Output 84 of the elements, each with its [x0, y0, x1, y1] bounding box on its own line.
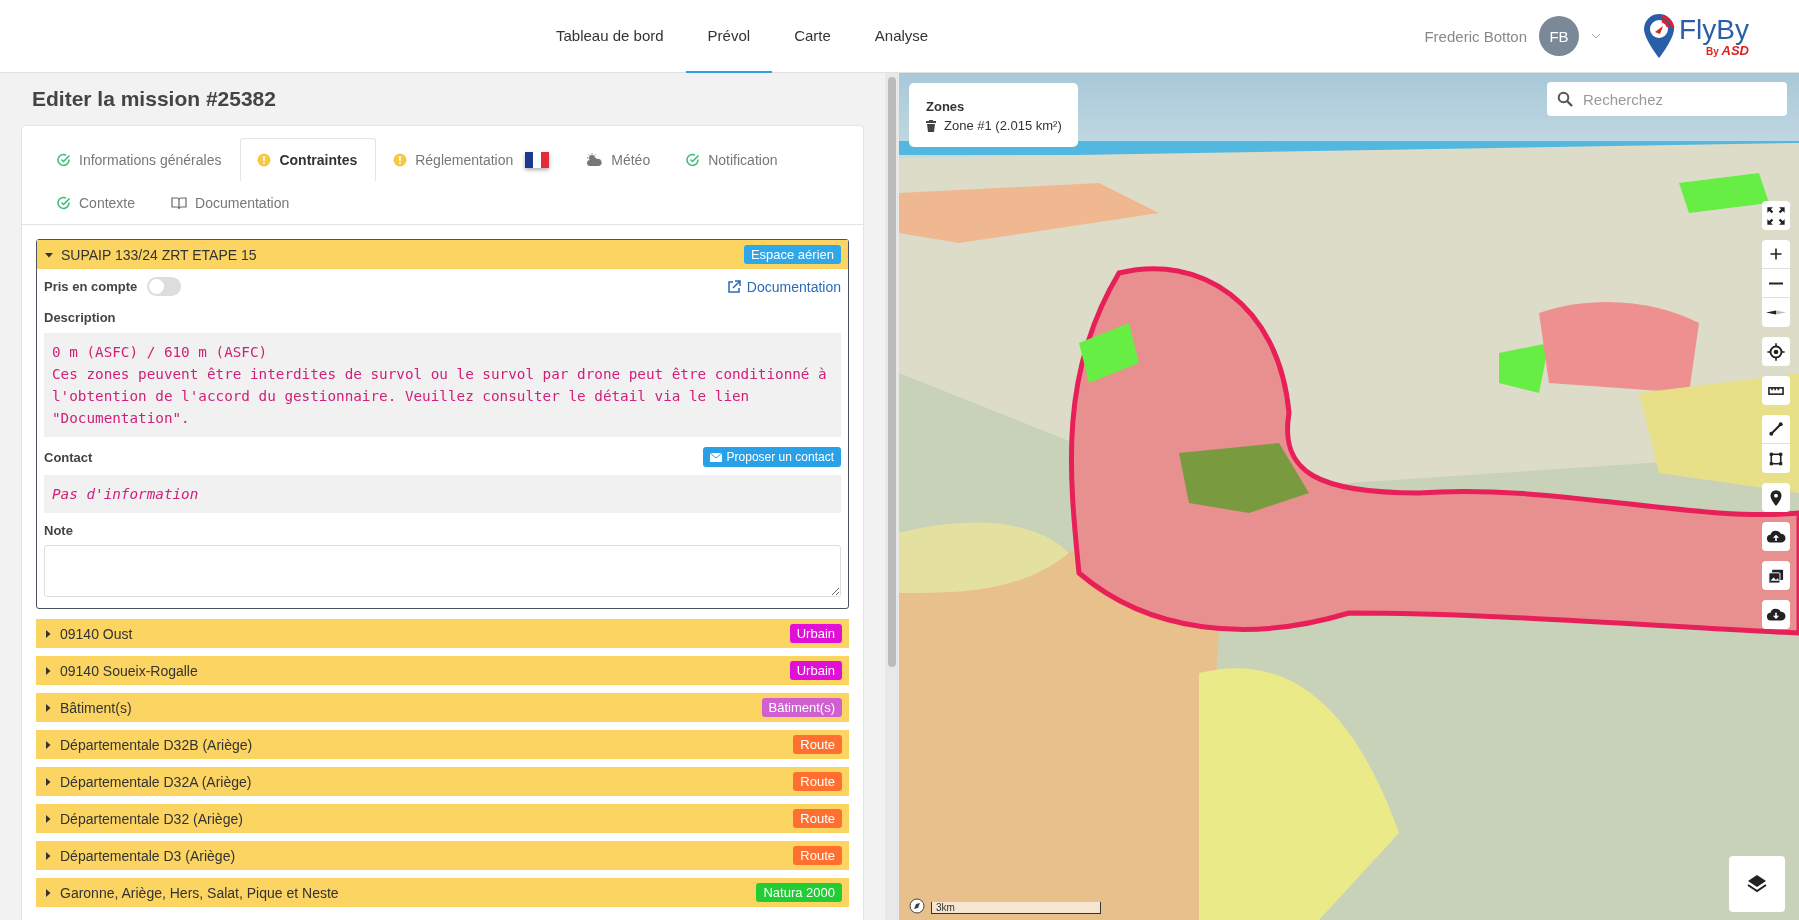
tab[interactable]: Contexte — [40, 181, 155, 224]
page-title: Editer la mission #25382 — [32, 87, 277, 111]
zoom-out-icon — [1769, 281, 1783, 285]
category-tag: Urbain — [789, 624, 842, 643]
nav-tab[interactable]: Analyse — [852, 0, 951, 73]
tab[interactable]: Informations générales — [40, 138, 241, 181]
compass-icon[interactable] — [909, 898, 925, 914]
check-icon — [57, 196, 71, 210]
category-tag: Espace aérien — [743, 245, 841, 264]
constraint-title: Départementale D32B (Ariège) — [60, 736, 254, 753]
nav-tab[interactable]: Tableau de bord — [534, 0, 686, 73]
user-name: Frederic Botton — [1424, 27, 1527, 45]
tab[interactable]: Météo — [568, 138, 670, 181]
constraint-header[interactable]: 09140 Soueix-Rogalle Urbain — [36, 656, 849, 685]
zone-label[interactable]: Zone #1 (2.015 km²) — [944, 118, 1062, 133]
caret-right-icon[interactable] — [44, 814, 52, 823]
caret-right-icon[interactable] — [44, 629, 52, 638]
location-pin-icon — [1641, 12, 1677, 60]
tab[interactable]: Notification — [669, 138, 797, 181]
category-tag: Bâtiment(s) — [761, 698, 842, 717]
toggle-switch[interactable] — [147, 277, 182, 296]
category-tag: Urbain — [789, 661, 842, 680]
category-tag: Route — [793, 809, 842, 828]
constraint-header[interactable]: 09140 Oust Urbain — [36, 619, 849, 648]
warning-icon — [257, 153, 272, 167]
sun-cloud-icon — [585, 153, 604, 167]
constraint-title: Départementale D32A (Ariège) — [60, 773, 253, 790]
check-icon — [57, 153, 71, 167]
caret-down-icon[interactable] — [45, 250, 53, 259]
category-tag: Route — [793, 846, 842, 865]
description-text: Ces zones peuvent être interdites de survol ou le survol par drone peut être conditionné à l'obtention de l'accord du gestionnaire. Veuillez consulter le détail via le lien "Documentation". — [52, 365, 828, 428]
user-avatar[interactable]: FB — [1539, 16, 1579, 56]
constraint-header[interactable]: Garonne, Ariège, Hers, Salat, Pique et Neste Natura 2000 — [36, 878, 849, 907]
constraint-header[interactable]: Départementale D3 (Ariège) Route — [36, 841, 849, 870]
constraint-title: Bâtiment(s) — [60, 699, 133, 716]
description-text: 0 m (ASFC) / 610 m (ASFC) — [52, 343, 269, 362]
tab[interactable]: Documentation — [154, 181, 309, 224]
constraint-title: Garonne, Ariège, Hers, Salat, Pique et Neste — [60, 884, 340, 901]
caret-right-icon[interactable] — [44, 666, 52, 675]
warning-icon — [393, 153, 408, 167]
constraint-header[interactable]: Bâtiment(s) Bâtiment(s) — [36, 693, 849, 722]
layers-button[interactable] — [1729, 856, 1785, 912]
zones-title: Zones — [926, 99, 966, 114]
constraint-title: Départementale D32 (Ariège) — [60, 810, 244, 827]
note-label: Note — [44, 523, 74, 538]
caret-right-icon[interactable] — [44, 703, 52, 712]
caret-right-icon[interactable] — [44, 888, 52, 897]
check-icon — [686, 153, 701, 167]
description-label: Description — [44, 310, 117, 325]
caret-right-icon[interactable] — [44, 851, 52, 860]
constraint-title: 09140 Oust — [60, 625, 134, 642]
tab[interactable]: Réglementation — [376, 138, 569, 181]
toggle-label: Pris en compte — [44, 279, 138, 294]
caret-right-icon[interactable] — [44, 740, 52, 749]
fullscreen-icon — [1765, 204, 1787, 227]
caret-right-icon[interactable] — [44, 777, 52, 786]
trash-icon[interactable] — [926, 119, 936, 132]
tab[interactable]: Contraintes — [240, 138, 377, 181]
constraint-header[interactable]: SUPAIP 133/24 ZRT ETAPE 15 Espace aérien — [37, 240, 848, 269]
category-tag: Natura 2000 — [756, 883, 842, 902]
nav-tab[interactable]: Carte — [772, 0, 853, 73]
constraint-header[interactable]: Départementale D32B (Ariège) Route — [36, 730, 849, 759]
search-icon — [1557, 91, 1573, 107]
contact-text: Pas d'information — [52, 486, 199, 502]
constraint-title: Départementale D3 (Ariège) — [60, 847, 237, 864]
category-tag: Route — [793, 735, 842, 754]
constraint-title: SUPAIP 133/24 ZRT ETAPE 15 — [61, 246, 258, 263]
logo-name: FlyBy — [1679, 15, 1749, 44]
category-tag: Route — [793, 772, 842, 791]
constraint-title: 09140 Soueix-Rogalle — [60, 662, 199, 679]
layers-icon — [1746, 873, 1768, 895]
contact-label: Contact — [44, 449, 93, 465]
envelope-icon — [709, 452, 722, 462]
documentation-link[interactable]: Documentation — [726, 278, 841, 295]
locate-icon — [1765, 340, 1787, 363]
constraint-header[interactable]: Départementale D32A (Ariège) Route — [36, 767, 849, 796]
search-field[interactable]: Recherchez — [1547, 82, 1787, 116]
note-field[interactable] — [44, 545, 841, 597]
compass-icon — [1766, 310, 1786, 315]
external-link-icon — [726, 279, 741, 294]
scale-bar: 3km — [931, 902, 1101, 914]
constraint-header[interactable]: Départementale D32 (Ariège) Route — [36, 804, 849, 833]
book-icon — [171, 196, 188, 210]
scrollbar-thumb[interactable] — [888, 77, 896, 667]
